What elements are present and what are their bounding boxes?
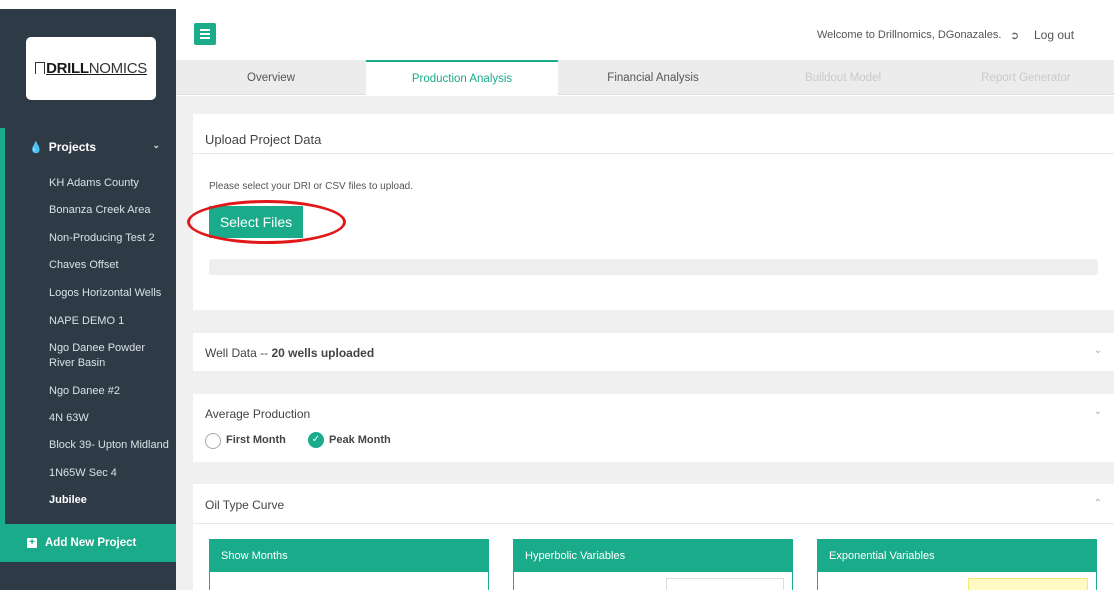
average-production-card: Average Production ⌄ First Month ✓ Peak … [193, 394, 1114, 462]
menu-line [200, 33, 210, 35]
radio-peak-month[interactable]: ✓ [308, 432, 324, 448]
tab-bar: Overview Production Analysis Financial A… [176, 60, 1114, 96]
well-count: 20 wells uploaded [271, 346, 375, 360]
add-project-button[interactable]: + Add New Project [0, 524, 176, 562]
average-production-title: Average Production [205, 407, 311, 421]
logo-text-b: NOMICS [88, 60, 148, 77]
welcome-text: Welcome to Drillnomics, DGonazales. [817, 29, 1002, 41]
upload-title: Upload Project Data [205, 132, 322, 147]
hyperbolic-input[interactable] [666, 578, 784, 590]
radio-first-month[interactable] [205, 433, 221, 449]
tab-buildout-model: Buildout Model [804, 71, 882, 84]
sidebar-item-project[interactable]: Bonanza Creek Area [49, 203, 173, 218]
projects-header[interactable]: 💧 Projects ⌄ [5, 128, 176, 166]
show-months-header: Show Months [210, 540, 488, 572]
sidebar-item-project[interactable]: 1N65W Sec 4 [49, 466, 173, 481]
sidebar-item-project[interactable]: Logos Horizontal Wells [49, 286, 173, 301]
logo[interactable]: DRILLNOMICS [26, 37, 156, 100]
sidebar-top-strip [0, 0, 176, 9]
well-data-title: Well Data -- 20 wells uploaded [205, 346, 374, 360]
logo-text-a: DRILL [46, 60, 89, 77]
show-months-panel: Show Months [209, 539, 489, 590]
tab-financial-analysis[interactable]: Financial Analysis [558, 60, 748, 95]
chevron-down-icon[interactable]: ⌄ [1094, 406, 1102, 417]
well-data-card[interactable]: Well Data -- 20 wells uploaded ⌄ [193, 333, 1114, 371]
sidebar-item-project[interactable]: 4N 63W [49, 411, 173, 426]
sidebar-item-project[interactable]: NAPE DEMO 1 [49, 314, 173, 329]
card-divider [193, 153, 1114, 154]
projects-list: KH Adams County Bonanza Creek Area Non-P… [5, 166, 176, 524]
sidebar-item-project[interactable]: Block 39- Upton Midland [49, 438, 173, 453]
well-data-title-prefix: Well Data -- [205, 346, 272, 360]
exponential-variables-header: Exponential Variables [818, 540, 1096, 572]
projects-label: Projects [48, 140, 97, 154]
radio-label-first-month[interactable]: First Month [226, 434, 286, 446]
sidebar-item-project[interactable]: KH Adams County [49, 176, 173, 191]
logout-icon[interactable]: ➲ [1010, 29, 1019, 42]
exponential-variables-panel: Exponential Variables [817, 539, 1097, 590]
radio-label-peak-month[interactable]: Peak Month [329, 434, 391, 446]
tab-overview[interactable]: Overview [176, 60, 366, 95]
derrick-icon [35, 62, 46, 74]
card-divider [193, 523, 1114, 524]
chevron-up-icon[interactable]: ⌃ [1094, 498, 1102, 509]
projects-panel: 💧 Projects ⌄ KH Adams County Bonanza Cre… [5, 128, 176, 524]
sidebar-item-project-active[interactable]: Jubilee [49, 493, 173, 508]
sidebar-item-project[interactable]: Non-Producing Test 2 [49, 231, 173, 246]
menu-line [200, 29, 210, 31]
chevron-down-icon: ⌄ [152, 140, 160, 150]
hyperbolic-variables-panel: Hyperbolic Variables [513, 539, 793, 590]
hyperbolic-variables-header: Hyperbolic Variables [514, 540, 792, 572]
upload-note: Please select your DRI or CSV files to u… [209, 181, 413, 192]
menu-line [200, 37, 210, 39]
sidebar-item-project[interactable]: Chaves Offset [49, 258, 173, 273]
logout-link[interactable]: Log out [1034, 28, 1074, 42]
oil-type-curve-card: Oil Type Curve ⌃ Show Months Hyperbolic … [193, 484, 1114, 590]
tab-production-analysis[interactable]: Production Analysis [366, 60, 558, 96]
tab-report-generator: Report Generator [981, 71, 1071, 84]
main-content: Upload Project Data Please select your D… [176, 96, 1114, 590]
logo-text: DRILLNOMICS [35, 60, 147, 77]
chevron-down-icon: ⌄ [1093, 345, 1102, 356]
highlight-ellipse [187, 200, 346, 244]
sidebar: DRILLNOMICS 💧 Projects ⌄ KH Adams County… [0, 0, 176, 590]
oil-type-curve-title: Oil Type Curve [205, 498, 285, 512]
plus-icon: + [27, 538, 37, 548]
exponential-input[interactable] [968, 578, 1088, 590]
hamburger-menu-button[interactable] [194, 23, 216, 45]
sidebar-item-project[interactable]: Ngo Danee #2 [49, 384, 173, 399]
drop-icon: 💧 [29, 141, 43, 154]
sidebar-item-project[interactable]: Ngo Danee Powder River Basin [49, 341, 173, 371]
upload-progress-bar [209, 259, 1098, 275]
add-project-label: Add New Project [45, 537, 137, 549]
